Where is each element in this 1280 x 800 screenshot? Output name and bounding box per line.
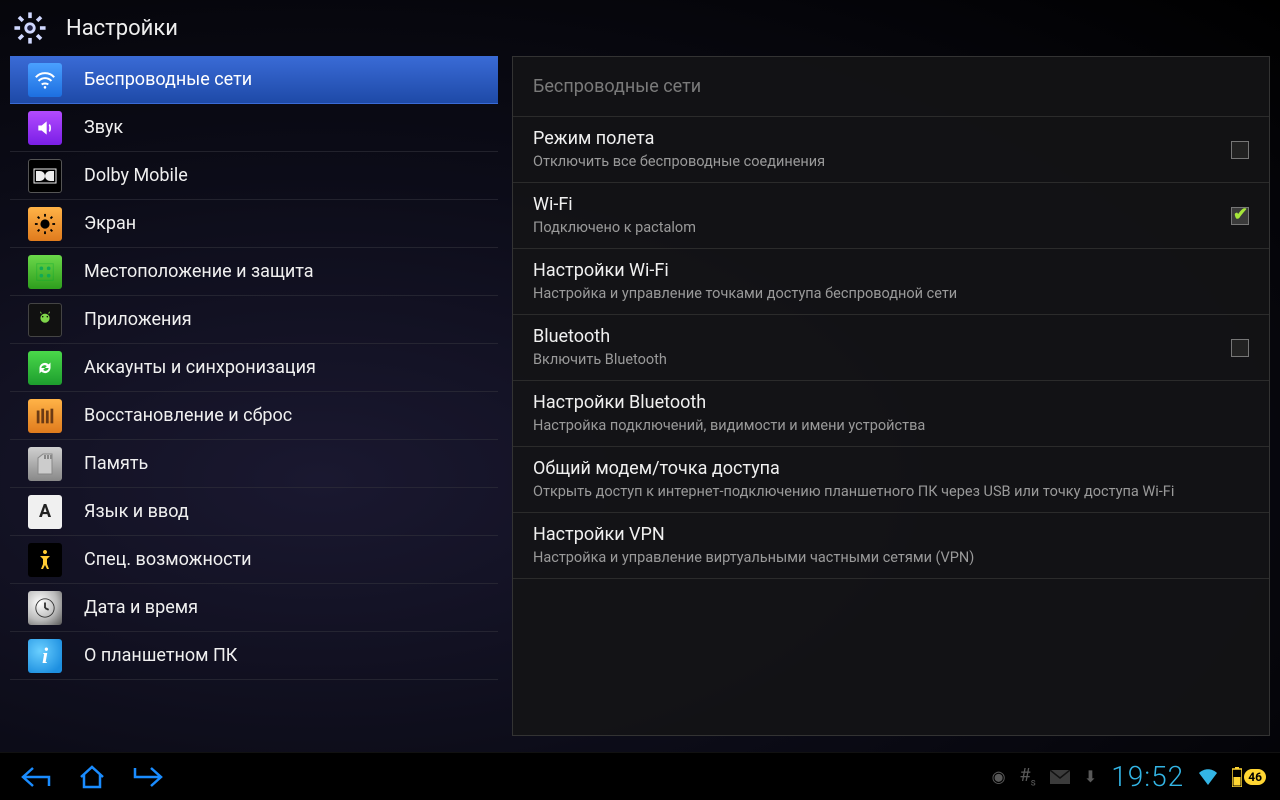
sidebar-item-label: О планшетном ПК: [84, 645, 237, 666]
sidebar-item-label: Звук: [84, 117, 123, 138]
row-wifi-settings[interactable]: Настройки Wi-Fi Настройка и управление т…: [513, 249, 1269, 315]
status-tray[interactable]: ◉ #s ⬇ 19:52 46: [992, 760, 1272, 793]
nav-back-button[interactable]: [8, 757, 64, 797]
page-title: Настройки: [66, 16, 178, 41]
sidebar-item-apps[interactable]: Приложения: [10, 296, 498, 344]
row-subtitle: Отключить все беспроводные соединения: [533, 153, 1215, 171]
row-title: Настройки Wi-Fi: [533, 260, 1249, 281]
dolby-icon: [28, 159, 62, 193]
sidebar-item-wireless[interactable]: Беспроводные сети: [10, 56, 498, 104]
row-subtitle: Настройка и управление виртуальными част…: [533, 549, 1249, 567]
sidebar-item-dolby[interactable]: Dolby Mobile: [10, 152, 498, 200]
sidebar-item-datetime[interactable]: Дата и время: [10, 584, 498, 632]
sidebar-item-label: Спец. возможности: [84, 549, 252, 570]
sidebar-item-accessibility[interactable]: Спец. возможности: [10, 536, 498, 584]
battery-percent: 46: [1244, 769, 1266, 785]
system-bar: ◉ #s ⬇ 19:52 46: [0, 752, 1280, 800]
sync-icon: [28, 351, 62, 385]
row-title: Настройки Bluetooth: [533, 392, 1249, 413]
sdcard-icon: [28, 447, 62, 481]
sidebar-item-screen[interactable]: Экран: [10, 200, 498, 248]
row-subtitle: Открыть доступ к интернет-подключению пл…: [533, 483, 1249, 501]
settings-sidebar: Беспроводные сети Звук Dolby Mobile Экра…: [10, 56, 498, 748]
hash-icon: #s: [1020, 765, 1036, 789]
battery-indicator: 46: [1232, 767, 1266, 787]
sidebar-item-about[interactable]: i О планшетном ПК: [10, 632, 498, 680]
location-security-icon: [28, 255, 62, 289]
row-title: Bluetooth: [533, 326, 1215, 347]
sidebar-item-label: Дата и время: [84, 597, 198, 618]
sidebar-item-label: Память: [84, 453, 148, 474]
sidebar-item-sound[interactable]: Звук: [10, 104, 498, 152]
checkbox-wifi[interactable]: [1231, 207, 1249, 225]
sidebar-item-location[interactable]: Местоположение и защита: [10, 248, 498, 296]
info-icon: i: [28, 639, 62, 673]
app-header: Настройки: [0, 0, 1280, 56]
wireless-panel: Беспроводные сети Режим полета Отключить…: [512, 56, 1270, 736]
sidebar-item-label: Аккаунты и синхронизация: [84, 357, 316, 378]
sound-icon: [28, 111, 62, 145]
apps-icon: [28, 303, 62, 337]
download-icon: ⬇: [1084, 767, 1097, 786]
sidebar-item-label: Приложения: [84, 309, 192, 330]
sidebar-item-accounts[interactable]: Аккаунты и синхронизация: [10, 344, 498, 392]
row-vpn-settings[interactable]: Настройки VPN Настройка и управление вир…: [513, 513, 1269, 579]
mail-icon: [1050, 770, 1070, 784]
sidebar-item-storage[interactable]: Память: [10, 440, 498, 488]
sidebar-item-label: Dolby Mobile: [84, 165, 188, 186]
row-subtitle: Настройка подключений, видимости и имени…: [533, 417, 1249, 435]
row-subtitle: Подключено к pactalom: [533, 219, 1215, 237]
sidebar-item-label: Экран: [84, 213, 136, 234]
brightness-icon: [28, 207, 62, 241]
content-area: Беспроводные сети Режим полета Отключить…: [498, 56, 1270, 748]
restore-icon: [28, 399, 62, 433]
settings-gear-icon: [12, 10, 48, 46]
row-subtitle: Включить Bluetooth: [533, 351, 1215, 369]
row-airplane-mode[interactable]: Режим полета Отключить все беспроводные …: [513, 117, 1269, 183]
checkbox-airplane[interactable]: [1231, 141, 1249, 159]
sidebar-item-label: Местоположение и защита: [84, 261, 314, 282]
row-wifi[interactable]: Wi-Fi Подключено к pactalom: [513, 183, 1269, 249]
sidebar-item-language[interactable]: A Язык и ввод: [10, 488, 498, 536]
sidebar-item-restore[interactable]: Восстановление и сброс: [10, 392, 498, 440]
clock: 19:52: [1111, 760, 1184, 793]
row-title: Wi-Fi: [533, 194, 1215, 215]
row-title: Общий модем/точка доступа: [533, 458, 1249, 479]
accessibility-icon: [28, 543, 62, 577]
row-bluetooth[interactable]: Bluetooth Включить Bluetooth: [513, 315, 1269, 381]
sidebar-item-label: Восстановление и сброс: [84, 405, 292, 426]
checkbox-bluetooth[interactable]: [1231, 339, 1249, 357]
sidebar-item-label: Язык и ввод: [84, 501, 189, 522]
wifi-icon: [28, 63, 62, 97]
sidebar-item-label: Беспроводные сети: [84, 69, 252, 90]
language-icon: A: [28, 495, 62, 529]
wifi-signal-icon: [1198, 768, 1218, 786]
nav-home-button[interactable]: [64, 757, 120, 797]
row-bluetooth-settings[interactable]: Настройки Bluetooth Настройка подключени…: [513, 381, 1269, 447]
main-split: Беспроводные сети Звук Dolby Mobile Экра…: [0, 56, 1280, 752]
row-title: Настройки VPN: [533, 524, 1249, 545]
panel-header: Беспроводные сети: [513, 57, 1269, 117]
clock-icon: [28, 591, 62, 625]
row-tethering[interactable]: Общий модем/точка доступа Открыть доступ…: [513, 447, 1269, 513]
nav-recent-button[interactable]: [120, 757, 176, 797]
row-title: Режим полета: [533, 128, 1215, 149]
row-subtitle: Настройка и управление точками доступа б…: [533, 285, 1249, 303]
notif-icon: ◉: [992, 767, 1006, 786]
